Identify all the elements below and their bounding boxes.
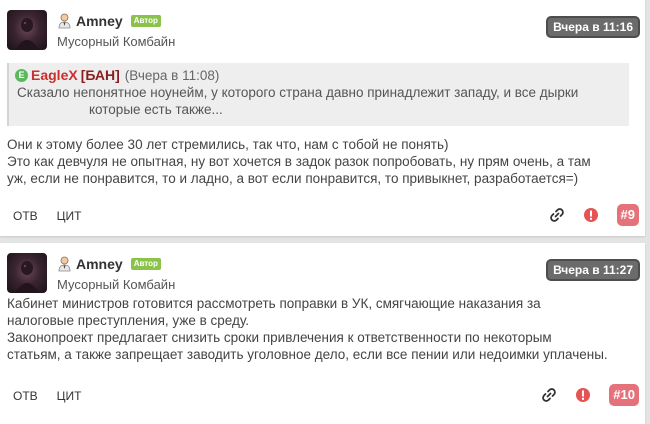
quote-time[interactable]: (Вчера в 11:08) [125,67,220,84]
avatar[interactable] [7,10,47,50]
post-number[interactable]: #9 [616,204,639,226]
post: Amney Автор Мусорный Комбайн Вчера в 11:… [0,0,645,236]
user-line: Amney Автор [57,12,161,30]
warning-icon[interactable] [583,207,599,223]
post-time[interactable]: Вчера в 11:27 [546,259,640,281]
post-line: налоговые преступления, уже в среду. [7,313,250,328]
reply-button[interactable]: ОТВ [13,389,38,403]
avatar[interactable] [7,253,47,293]
user-icon [57,256,72,272]
reply-button[interactable]: ОТВ [13,209,38,223]
user-rank: Мусорный Комбайн [57,277,176,292]
post-text: Они к этому более 30 лет стремились, так… [7,136,639,187]
username[interactable]: Amney [76,256,123,272]
author-badge: Автор [130,258,161,270]
quote-button[interactable]: ЦИТ [57,209,82,223]
user-line: Amney Автор [57,255,161,273]
warning-icon[interactable] [575,387,591,403]
post-actions: ОТВ ЦИТ [13,389,82,403]
username[interactable]: Amney [76,13,123,29]
ban-label: [БАН] [80,67,120,83]
quote-author[interactable]: EagleX [31,67,78,84]
post-line: Это как девчуля не опытная, ну вот хочет… [7,154,591,169]
post-actions: ОТВ ЦИТ [13,209,82,223]
post-line: Законопроект предлагает снизить сроки пр… [7,330,552,345]
link-icon[interactable] [541,387,557,403]
post-tools: #10 [541,384,639,406]
post-number[interactable]: #10 [609,384,639,406]
user-rank: Мусорный Комбайн [57,34,176,49]
quote-block: E EagleX [БАН] (Вчера в 11:08) Сказало н… [7,63,629,126]
author-badge: Автор [130,15,161,27]
post-line: статьям, а также запрещает заводить угол… [7,347,608,362]
link-icon[interactable] [549,207,565,223]
post-time[interactable]: Вчера в 11:16 [546,16,640,38]
post-text: Кабинет министров готовится рассмотреть … [7,295,639,363]
quote-button[interactable]: ЦИТ [57,389,82,403]
e-icon: E [15,69,28,82]
post: Amney Автор Мусорный Комбайн Вчера в 11:… [0,243,645,424]
quote-line: Сказало непонятное ноунейм, у которого с… [17,85,579,100]
post-line: Они к этому более 30 лет стремились, так… [7,137,449,152]
user-icon [57,13,72,29]
post-tools: #9 [549,204,639,226]
quote-line: которые есть также... [89,102,223,117]
post-line: уж, если не понравится, то и ладно, а во… [7,171,579,186]
post-line: Кабинет министров готовится рассмотреть … [7,296,541,311]
